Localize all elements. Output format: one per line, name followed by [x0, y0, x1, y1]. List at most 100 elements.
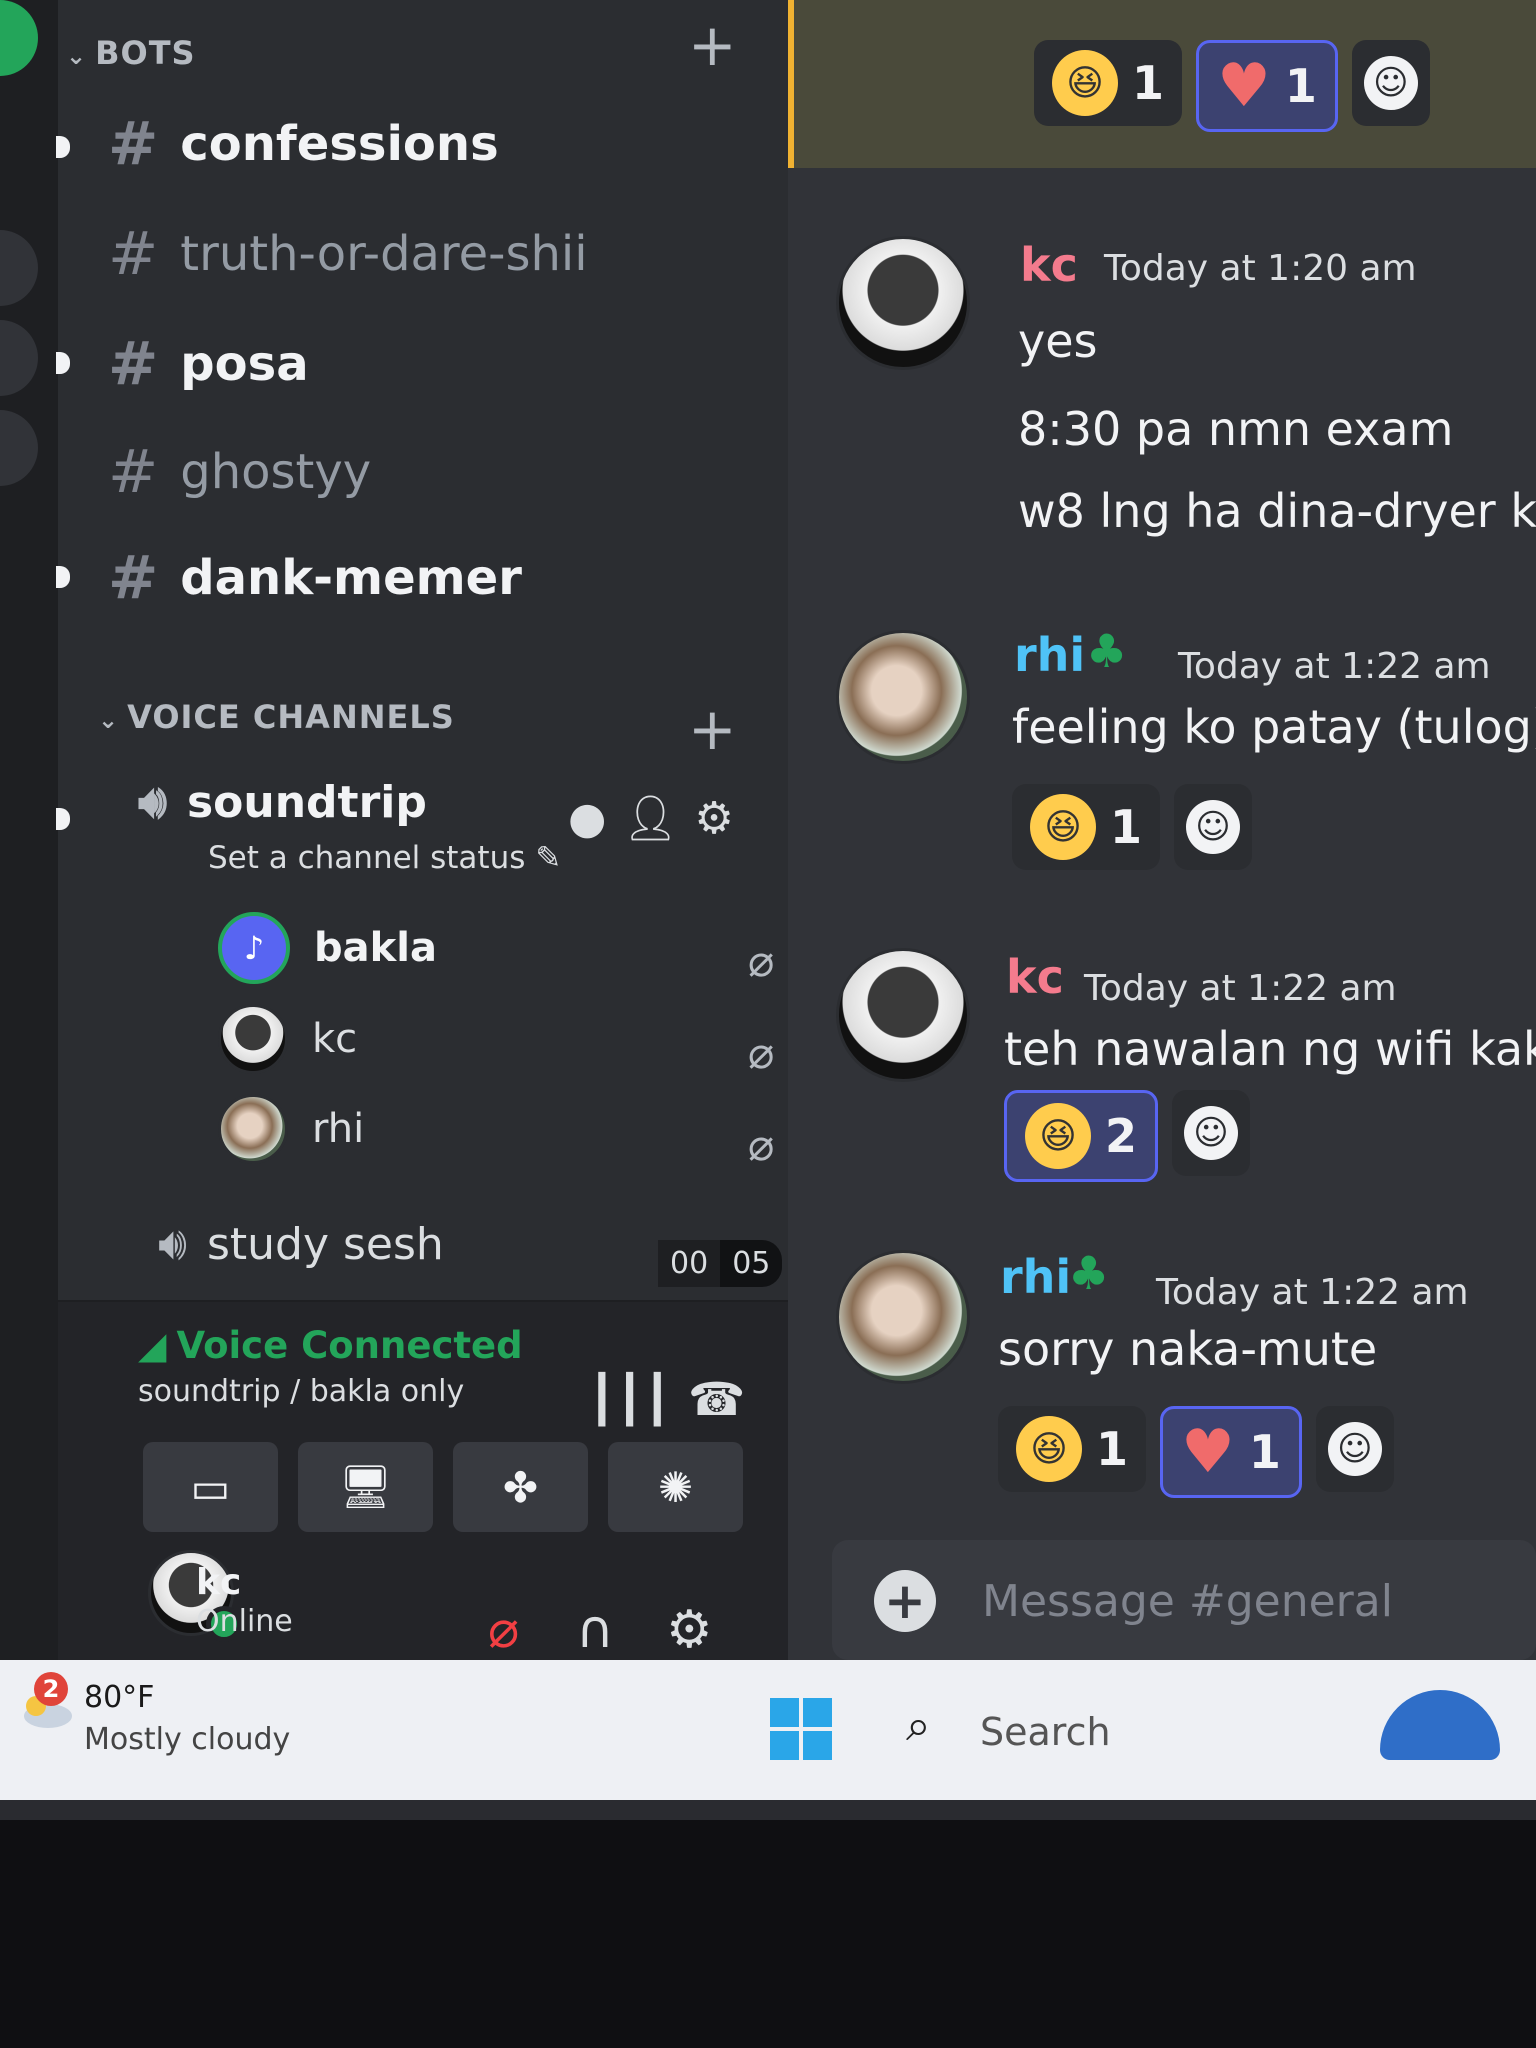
message-line: feeling ko patay (tulog) [1012, 700, 1536, 754]
category-bots[interactable]: ⌄ BOTS [66, 34, 196, 72]
reaction-heart[interactable]: ♥ 1 [1196, 40, 1338, 132]
discord-window: ⌄ BOTS + # confessions # truth-or-dare-shii… [0, 0, 1536, 1660]
voice-channel-soundtrip[interactable]: 🔊︎ soundtrip [138, 774, 427, 830]
message-author[interactable]: kc [1006, 950, 1064, 1004]
speaker-icon: 🔊︎ [138, 774, 167, 828]
avatar [218, 1094, 288, 1164]
smiley-icon: ☺ [1363, 56, 1418, 110]
message-author[interactable]: kc [1020, 238, 1078, 292]
unread-indicator [56, 136, 70, 158]
headphones-icon[interactable]: ∩ [576, 1600, 614, 1660]
chat-area: 😆︎ 1 ♥ 1 ☺ kc Today at 1:20 am yes 8:30 pa… [788, 0, 1536, 1660]
add-channel-icon[interactable]: + [688, 16, 737, 74]
message-line: 8:30 pa nmn exam [1018, 402, 1454, 456]
unread-indicator [56, 352, 70, 374]
activities-icon: ✤ [502, 1462, 539, 1512]
reaction-laughing[interactable]: 😆︎ 1 [1012, 784, 1161, 870]
channel-posa[interactable]: # posa [108, 324, 309, 404]
server-icon[interactable] [0, 320, 38, 396]
message-author[interactable]: rhi [1014, 628, 1085, 682]
server-icon[interactable] [0, 230, 38, 306]
reaction-laughing[interactable]: 😆︎ 2 [1004, 1090, 1159, 1182]
weather-description[interactable]: Mostly cloudy [84, 1722, 290, 1757]
message-composer[interactable]: + Message #general [832, 1540, 1536, 1660]
laughing-emoji-icon: 😆︎ [1016, 1416, 1082, 1482]
invite-member-icon[interactable]: 👤︎ [622, 793, 694, 844]
channel-dank-memer[interactable]: # dank-memer [108, 538, 522, 618]
user-name[interactable]: kc [196, 1562, 241, 1603]
channel-confessions[interactable]: # confessions [108, 104, 499, 184]
reaction-laughing[interactable]: 😆︎ 1 [1034, 40, 1183, 126]
heart-icon: ♥ [1217, 51, 1271, 121]
deafened-icon: ⌀ [748, 936, 775, 987]
add-reaction-button[interactable]: ☺ [1174, 784, 1253, 870]
hash-icon: # [108, 543, 159, 613]
unread-indicator [56, 566, 70, 588]
message-timestamp: Today at 1:20 am [1104, 248, 1417, 289]
add-reaction-button[interactable]: ☺ [1351, 40, 1430, 126]
widget-icon[interactable] [1380, 1690, 1500, 1760]
channel-truth-or-dare[interactable]: # truth-or-dare-shii [108, 214, 588, 294]
avatar[interactable] [836, 1250, 970, 1384]
voice-member-kc[interactable]: kc [218, 1004, 357, 1074]
taskbar-search[interactable]: Search [980, 1710, 1111, 1754]
clover-badge-icon: ♣ [1068, 1246, 1110, 1300]
camera-off-button[interactable]: ▭ [143, 1442, 278, 1532]
search-icon[interactable]: ⌕ [906, 1700, 931, 1751]
message-timestamp: Today at 1:22 am [1084, 968, 1397, 1009]
weather-temperature[interactable]: 80°F [84, 1680, 154, 1715]
message-author[interactable]: rhi [1000, 1250, 1071, 1304]
add-voice-channel-icon[interactable]: + [688, 700, 737, 758]
channel-ghostyy[interactable]: # ghostyy [108, 432, 371, 512]
server-icon[interactable] [0, 0, 38, 76]
voice-member-bakla[interactable]: ♪ bakla [218, 912, 437, 984]
voice-connected-panel: ◢ Voice Connected soundtrip / bakla only … [58, 1300, 788, 1562]
voice-connected-status[interactable]: ◢ Voice Connected [138, 1324, 523, 1367]
gear-icon[interactable]: ⚙ [694, 793, 749, 844]
message-input[interactable]: Message #general [982, 1576, 1393, 1627]
notification-badge: 2 [34, 1672, 68, 1706]
voice-channel-study-sesh[interactable]: 🔊︎ study sesh [158, 1216, 444, 1272]
soundboard-icon: ✺ [657, 1462, 694, 1512]
smiley-icon: ☺ [1184, 1106, 1239, 1160]
activities-button[interactable]: ✤ [453, 1442, 588, 1532]
server-rail [0, 0, 58, 1660]
voice-connected-channel[interactable]: soundtrip / bakla only [138, 1374, 464, 1409]
avatar[interactable] [836, 630, 970, 764]
message-line: teh nawalan ng wifi kaka [1004, 1022, 1536, 1076]
message-line: sorry naka-mute [998, 1322, 1378, 1376]
pencil-icon: ✎ [535, 840, 562, 876]
avatar[interactable] [836, 948, 970, 1082]
voice-member-rhi[interactable]: rhi [218, 1094, 364, 1164]
attach-plus-button[interactable]: + [874, 1570, 936, 1632]
add-reaction-button[interactable]: ☺ [1315, 1406, 1394, 1492]
message-line: w8 lng ha dina-dryer kc [1018, 484, 1536, 538]
noise-suppression-icon[interactable]: ┃┃┃ [588, 1372, 671, 1426]
muted-mic-icon: ⌀ [748, 1028, 775, 1079]
laughing-emoji-icon: 😆︎ [1030, 794, 1096, 860]
voice-timer: 00 05 [658, 1240, 783, 1287]
chevron-down-icon: ⌄ [66, 42, 88, 70]
clover-badge-icon: ♣ [1086, 624, 1128, 678]
reaction-laughing[interactable]: 😆︎ 1 [998, 1406, 1147, 1492]
avatar[interactable] [836, 236, 970, 370]
chevron-down-icon: ⌄ [98, 706, 120, 734]
taskbar: 2 80°F Mostly cloudy ⌕ Search [0, 1660, 1536, 1800]
disconnect-icon[interactable]: ☎ [688, 1372, 745, 1426]
screen-share-button[interactable]: 🖥︎ [298, 1442, 433, 1532]
channel-status[interactable]: Set a channel status ✎ [208, 840, 561, 876]
voice-action-buttons: ▭ 🖥︎ ✤ ✺ [143, 1442, 743, 1532]
reaction-heart[interactable]: ♥ 1 [1160, 1406, 1302, 1498]
chat-bubble-icon[interactable]: ● [568, 793, 622, 844]
windows-start-icon[interactable] [770, 1698, 832, 1760]
soundboard-button[interactable]: ✺ [608, 1442, 743, 1532]
laptop-bezel [0, 1800, 1536, 2048]
server-icon[interactable] [0, 410, 38, 486]
reactions: 😆︎ 1 ♥ 1 ☺ [1034, 40, 1430, 132]
add-reaction-button[interactable]: ☺ [1172, 1090, 1251, 1176]
mic-muted-icon[interactable]: ⌀ [488, 1600, 519, 1660]
bezel-edge [0, 1800, 1536, 1820]
camera-off-icon: ▭ [190, 1462, 231, 1512]
category-voice-channels[interactable]: ⌄ VOICE CHANNELS [98, 698, 455, 736]
gear-icon[interactable]: ⚙ [666, 1600, 713, 1660]
